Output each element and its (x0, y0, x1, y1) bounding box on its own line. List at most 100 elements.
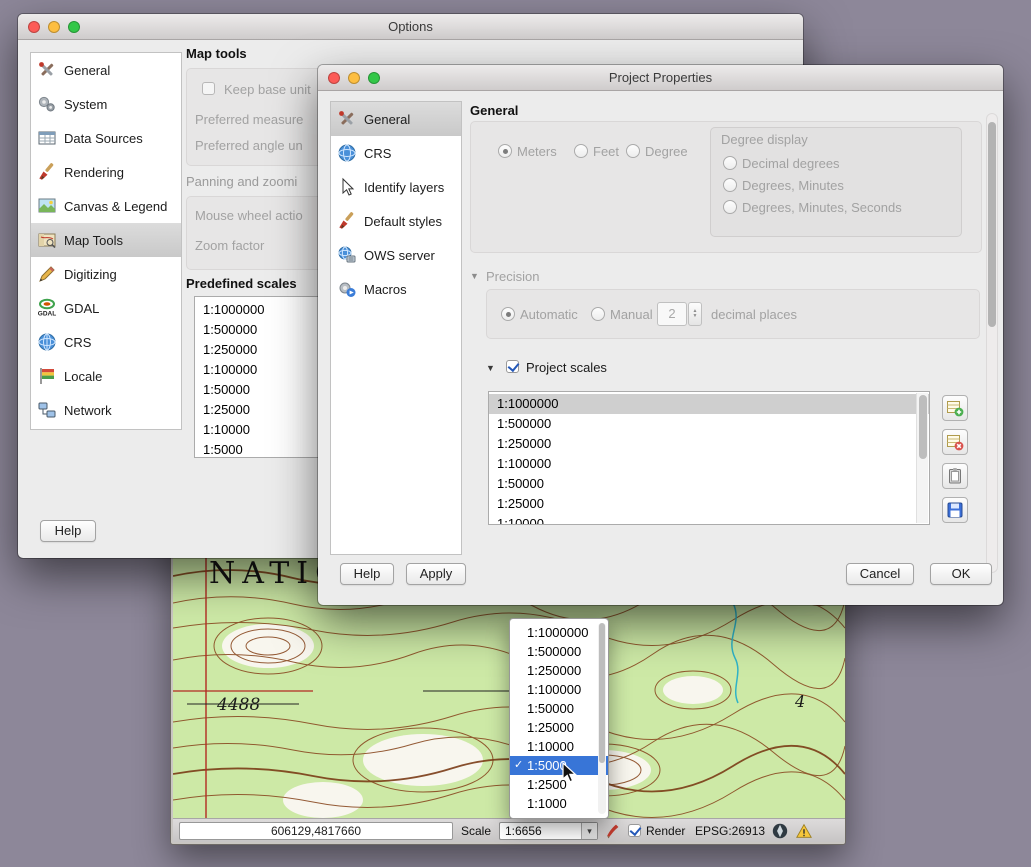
panning-heading: Panning and zoomi (186, 174, 297, 189)
sidebar-item-default-styles[interactable]: Default styles (331, 204, 461, 238)
list-item[interactable]: 1:100000 (489, 454, 929, 474)
list-scrollbar[interactable] (916, 393, 928, 523)
sidebar-label: GDAL (64, 301, 99, 316)
sidebar-item-network[interactable]: Network (31, 393, 181, 427)
list-item[interactable]: 1:1000000 (489, 394, 929, 414)
scale-option[interactable]: 1:100000 (510, 680, 608, 699)
manual-radio[interactable] (591, 307, 605, 321)
combo-dropdown-button[interactable]: ▾ (581, 823, 597, 839)
minimize-icon[interactable] (48, 21, 60, 33)
decimal-degrees-label: Decimal degrees (742, 156, 840, 171)
close-icon[interactable] (328, 72, 340, 84)
mouse-wheel-label: Mouse wheel actio (195, 208, 303, 223)
scale-combobox[interactable]: 1:6656 ▾ (499, 822, 598, 840)
list-item[interactable]: 1:10000 (489, 514, 929, 525)
dialog-scrollbar[interactable] (986, 113, 998, 573)
scale-option[interactable]: 1:1000000 (510, 623, 608, 642)
sidebar-item-ows-server[interactable]: OWS server (331, 238, 461, 272)
help-button[interactable]: Help (340, 563, 394, 585)
map-label-contour: 4 (794, 692, 805, 711)
import-scales-button[interactable] (942, 463, 968, 489)
project-scales-list[interactable]: 1:1000000 1:500000 1:250000 1:100000 1:5… (488, 391, 930, 525)
scrollbar-thumb[interactable] (919, 395, 927, 459)
scrollbar-thumb[interactable] (599, 623, 605, 763)
sidebar-label: Default styles (364, 214, 442, 229)
ok-button[interactable]: OK (930, 563, 992, 585)
sidebar-item-identify-layers[interactable]: Identify layers (331, 170, 461, 204)
scale-option[interactable]: 1:10000 (510, 737, 608, 756)
decimal-places-label: decimal places (711, 307, 797, 322)
options-sidebar: General System Data Sources (30, 52, 182, 430)
list-item[interactable]: 1:50000 (489, 474, 929, 494)
gears-icon (37, 94, 57, 114)
window-controls (28, 21, 80, 33)
precision-disclosure-triangle[interactable]: ▼ (470, 271, 479, 281)
scale-option[interactable]: 1:500000 (510, 642, 608, 661)
crs-status-button[interactable] (771, 822, 789, 840)
feet-radio[interactable] (574, 144, 588, 158)
clipboard-icon (946, 467, 964, 485)
flag-icon (37, 366, 57, 386)
list-item[interactable]: 1:250000 (489, 434, 929, 454)
zoom-window-icon[interactable] (368, 72, 380, 84)
apply-button[interactable]: Apply (406, 563, 466, 585)
sidebar-item-locale[interactable]: Locale (31, 359, 181, 393)
sidebar-item-general[interactable]: General (331, 102, 461, 136)
decimal-places-field: 2 (657, 302, 687, 326)
sidebar-item-general[interactable]: General (31, 53, 181, 87)
wrench-hammer-icon (337, 109, 357, 129)
paintbrush-icon (37, 162, 57, 182)
cancel-button[interactable]: Cancel (846, 563, 914, 585)
preferred-angle-label: Preferred angle un (195, 138, 303, 153)
popup-scrollbar[interactable] (598, 623, 606, 814)
project-scales-label: Project scales (526, 360, 607, 375)
close-icon[interactable] (28, 21, 40, 33)
automatic-radio[interactable] (501, 307, 515, 321)
scale-combobox-value: 1:6656 (505, 823, 542, 839)
render-checkbox[interactable] (628, 824, 641, 837)
scale-option[interactable]: 1:1000 (510, 794, 608, 813)
degree-label: Degree (645, 144, 688, 159)
decimal-degrees-radio (723, 156, 737, 170)
meters-radio[interactable] (498, 144, 512, 158)
sidebar-item-gdal[interactable]: GDAL GDAL (31, 291, 181, 325)
chevron-down-icon: ▾ (587, 826, 592, 836)
list-item[interactable]: 1:25000 (489, 494, 929, 514)
project-scales-disclosure-triangle[interactable]: ▼ (486, 363, 495, 373)
scrollbar-thumb[interactable] (988, 122, 996, 327)
add-scale-button[interactable] (942, 395, 968, 421)
preferred-measure-label: Preferred measure (195, 112, 303, 127)
sidebar-item-rendering[interactable]: Rendering (31, 155, 181, 189)
sidebar-item-crs[interactable]: CRS (31, 325, 181, 359)
scale-option[interactable]: 1:250000 (510, 661, 608, 680)
help-button[interactable]: Help (40, 520, 96, 542)
degree-radio[interactable] (626, 144, 640, 158)
scale-option-selected[interactable]: ✓ 1:5000 (510, 756, 608, 775)
cursor-arrow-icon (337, 177, 357, 197)
sidebar-item-macros[interactable]: Macros (331, 272, 461, 306)
sidebar-item-data-sources[interactable]: Data Sources (31, 121, 181, 155)
sidebar-item-map-tools[interactable]: Map Tools (31, 223, 181, 257)
canvas-image-icon (37, 196, 57, 216)
options-titlebar[interactable]: Options (18, 14, 803, 40)
coordinate-display[interactable]: 606129,4817660 (179, 822, 453, 840)
sidebar-item-canvas-legend[interactable]: Canvas & Legend (31, 189, 181, 223)
zoom-window-icon[interactable] (68, 21, 80, 33)
scale-option[interactable]: 1:25000 (510, 718, 608, 737)
remove-scale-button[interactable] (942, 429, 968, 455)
sidebar-item-crs[interactable]: CRS (331, 136, 461, 170)
add-scale-icon (946, 399, 964, 417)
save-disk-icon (946, 501, 964, 519)
warning-button[interactable] (795, 822, 813, 840)
sidebar-item-system[interactable]: System (31, 87, 181, 121)
list-item[interactable]: 1:500000 (489, 414, 929, 434)
minimize-icon[interactable] (348, 72, 360, 84)
project-titlebar[interactable]: Project Properties (318, 65, 1003, 91)
save-scales-button[interactable] (942, 497, 968, 523)
scale-option[interactable]: 1:50000 (510, 699, 608, 718)
sidebar-item-digitizing[interactable]: Digitizing (31, 257, 181, 291)
project-scales-checkbox[interactable] (506, 360, 519, 373)
scale-option[interactable]: 1:2500 (510, 775, 608, 794)
degree-display-title: Degree display (721, 132, 808, 147)
macros-gear-icon (337, 279, 357, 299)
